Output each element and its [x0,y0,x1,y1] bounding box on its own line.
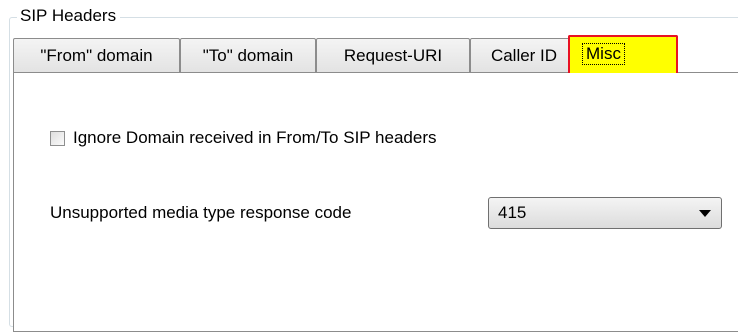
tab-misc-label: Misc [582,43,625,65]
tab-request-uri[interactable]: Request-URI [316,38,470,72]
ignore-domain-checkbox-label[interactable]: Ignore Domain received in From/To SIP he… [73,127,436,149]
ignore-domain-checkbox[interactable] [50,130,65,146]
ignore-domain-checkbox-row[interactable]: Ignore Domain received in From/To SIP he… [50,127,436,149]
response-code-dropdown[interactable]: 415 [488,197,722,229]
group-title: SIP Headers [17,5,121,27]
response-code-value: 415 [498,203,527,222]
unsupported-media-label: Unsupported media type response code [50,203,352,222]
tab-misc[interactable]: Misc [568,35,678,73]
tab-to-domain[interactable]: "To" domain [180,38,316,72]
tab-strip: "From" domain "To" domain Request-URI Ca… [13,35,733,73]
chevron-down-icon[interactable] [699,210,711,217]
tab-caller-id[interactable]: Caller ID [470,38,578,72]
tab-from-domain[interactable]: "From" domain [13,38,180,72]
